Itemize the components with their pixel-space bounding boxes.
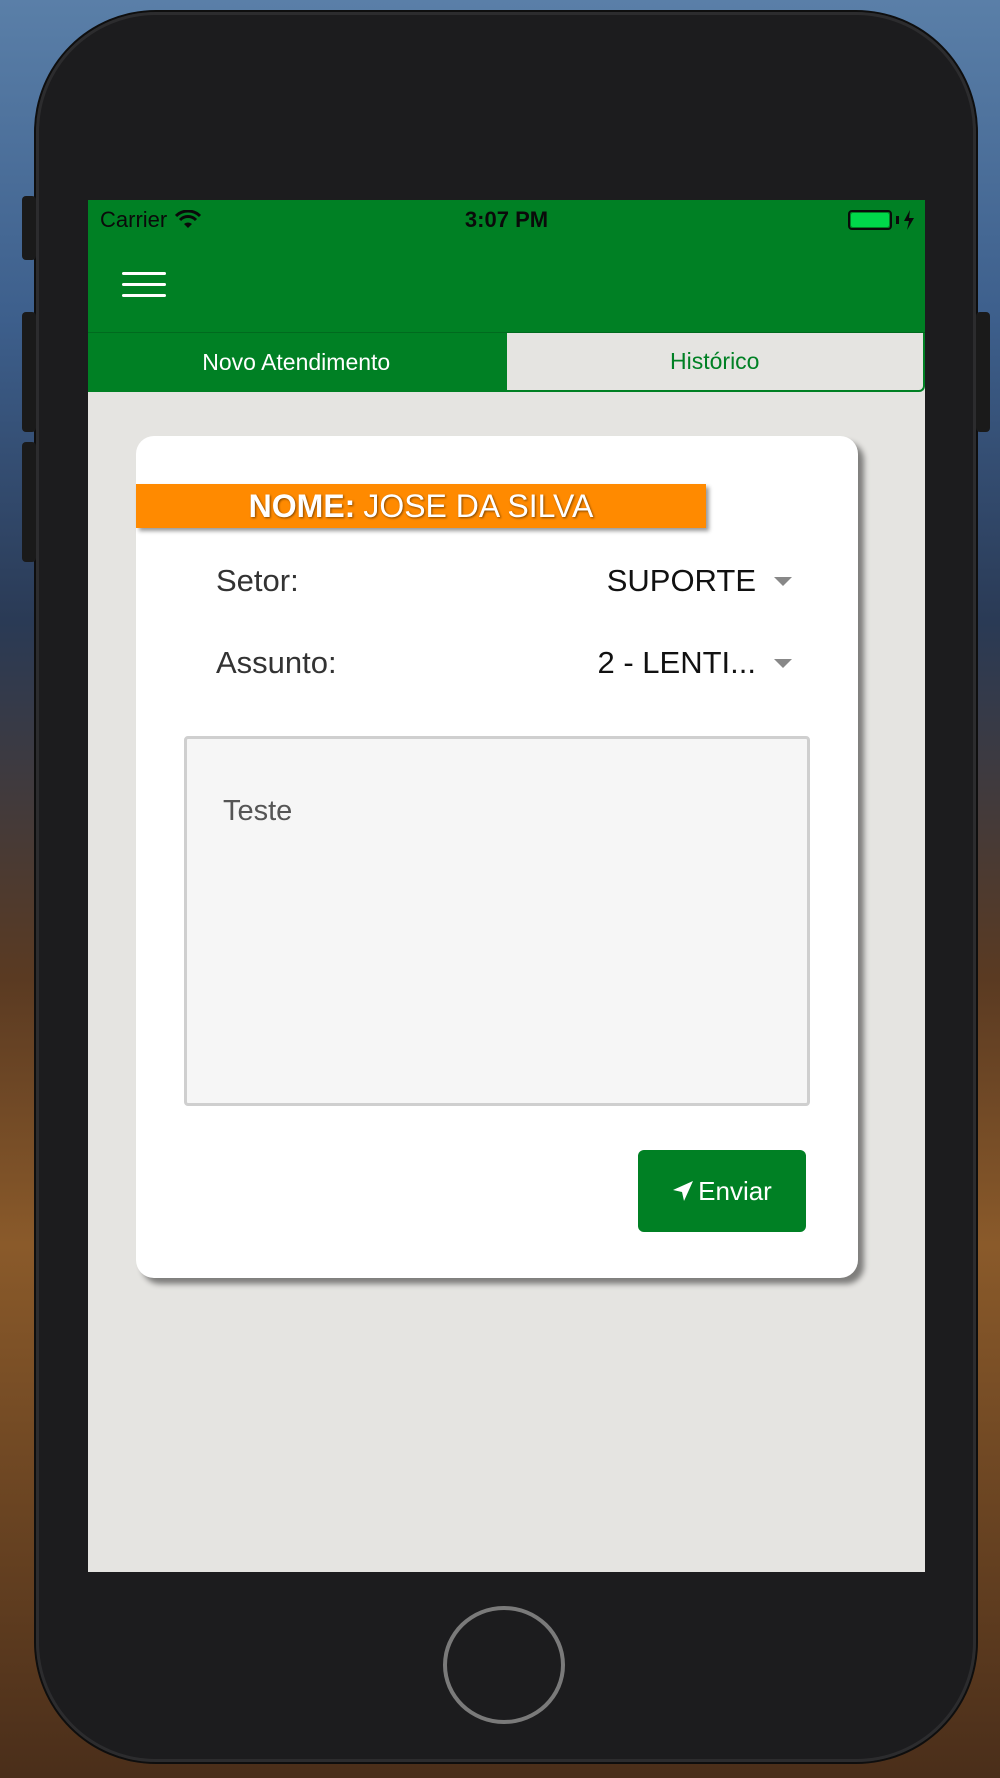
setor-picker[interactable]: SUPORTE (607, 563, 792, 599)
name-label: NOME: (248, 487, 356, 524)
status-time: 3:07 PM (464, 207, 549, 232)
setor-label: Setor: (216, 563, 299, 598)
setor-row: Setor: SUPORTE (216, 556, 792, 606)
volume-up-button (22, 312, 36, 432)
power-button (976, 312, 990, 432)
status-bar: Carrier 3:07 PM (88, 200, 925, 240)
hamburger-menu-icon[interactable] (122, 272, 166, 302)
assunto-row: Assunto: 2 - LENTI... (216, 638, 792, 688)
app-header (88, 240, 925, 333)
name-banner: NOME: JOSE DA SILVA (136, 484, 706, 528)
message-textarea[interactable]: Teste (184, 736, 810, 1106)
battery-icon (848, 210, 915, 230)
tab-historico[interactable]: Histórico (504, 333, 925, 392)
tab-bar: Novo Atendimento Histórico (88, 333, 925, 392)
dropdown-caret-icon (774, 658, 792, 668)
volume-down-button (22, 442, 36, 562)
name-value: JOSE DA SILVA (363, 487, 594, 524)
mute-switch (22, 196, 36, 260)
dropdown-caret-icon (774, 576, 792, 586)
home-button[interactable] (443, 1606, 565, 1724)
charging-icon (904, 210, 914, 230)
assunto-picker[interactable]: 2 - LENTI... (598, 645, 792, 681)
ticket-form-card: NOME: JOSE DA SILVA Setor: SUPORTE Assun… (136, 436, 858, 1278)
assunto-label: Assunto: (216, 645, 337, 680)
assunto-value: 2 - LENTI... (597, 645, 756, 680)
app-screen: Carrier 3:07 PM Novo Atendimento Históri… (88, 200, 925, 1572)
send-button-label: Enviar (698, 1175, 772, 1206)
tab-novo-atendimento[interactable]: Novo Atendimento (88, 333, 505, 392)
send-button[interactable]: Enviar (638, 1150, 806, 1232)
setor-value: SUPORTE (606, 563, 756, 598)
send-icon (673, 1181, 694, 1201)
